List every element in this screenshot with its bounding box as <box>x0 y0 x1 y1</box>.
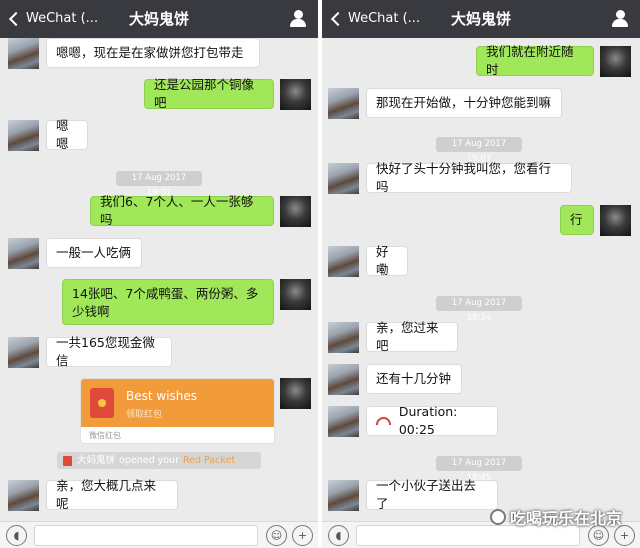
plus-icon[interactable]: + <box>292 525 313 546</box>
contact-avatar[interactable] <box>8 38 39 69</box>
chat-panel-left: WeChat (... 大妈鬼饼 嗯嗯，现在是在家做饼您打包带走 还是公园那个铜… <box>0 0 318 548</box>
system-notice-text: opened your <box>119 455 179 466</box>
red-packet-header: Best wishes 领取红包 <box>81 379 274 427</box>
call-record[interactable]: Duration: 00:25 <box>366 404 498 437</box>
input-bar: ◖ ☺ + <box>0 521 318 548</box>
outgoing-message: 行 <box>560 205 594 235</box>
incoming-message: 亲，您大概几点来呢 <box>46 478 178 511</box>
contact-avatar[interactable] <box>328 246 359 277</box>
back-button[interactable]: WeChat (... <box>330 9 420 29</box>
contact-avatar[interactable] <box>8 480 39 511</box>
system-notice-name: 大妈鬼饼 <box>77 455 116 466</box>
back-label: WeChat (... <box>348 11 421 26</box>
timestamp: 17 Aug 2017 19:34 <box>436 296 522 323</box>
my-avatar[interactable] <box>600 205 631 236</box>
voice-icon[interactable]: ◖ <box>328 525 349 546</box>
outgoing-message: 我们6、7个人、一人一张够吗 <box>90 194 274 227</box>
incoming-message: 亲，您过来吧 <box>366 320 458 353</box>
watermark-logo-icon <box>489 509 506 525</box>
incoming-message: 一个小伙子送出去了 <box>366 478 498 511</box>
contact-avatar[interactable] <box>328 163 359 194</box>
red-packet-wishes: Best wishes <box>126 389 198 403</box>
contact-avatar[interactable] <box>328 480 359 511</box>
voice-icon[interactable]: ◖ <box>6 525 27 546</box>
contact-avatar[interactable] <box>328 88 359 119</box>
incoming-message: 一共165您现金微信 <box>46 335 172 368</box>
my-avatar[interactable] <box>280 279 311 310</box>
outgoing-message: 我们就在附近随时 <box>476 44 594 77</box>
back-button[interactable]: WeChat (... <box>8 9 98 29</box>
timestamp: 17 Aug 2017 19:45 <box>436 456 522 483</box>
back-chevron-icon <box>8 11 24 27</box>
contact-avatar[interactable] <box>328 364 359 395</box>
red-packet-claim: 领取红包 <box>126 410 163 420</box>
contact-avatar[interactable] <box>328 322 359 353</box>
my-avatar[interactable] <box>280 196 311 227</box>
incoming-message: 一般一人吃俩 <box>46 238 142 268</box>
user-icon[interactable] <box>290 10 306 28</box>
chat-header: WeChat (... 大妈鬼饼 <box>0 0 318 38</box>
red-envelope-icon <box>90 388 114 418</box>
outgoing-message: 还是公园那个铜像吧 <box>144 77 274 110</box>
incoming-message: 好嘞 <box>366 244 408 277</box>
call-duration: Duration: 00:25 <box>398 404 458 437</box>
watermark: 吃喝玩乐在北京 <box>489 505 622 529</box>
outgoing-message: 14张吧、7个咸鸭蛋、两份粥、多少钱啊 <box>62 279 274 325</box>
user-icon[interactable] <box>612 10 628 28</box>
system-notice: 大妈鬼饼 opened your Red Packet <box>57 452 261 469</box>
back-label: WeChat (... <box>26 11 99 26</box>
incoming-message: 嗯嗯 <box>46 118 88 151</box>
red-packet-footer: 微信红包 <box>89 431 121 440</box>
emoji-icon[interactable]: ☺ <box>266 525 287 546</box>
contact-avatar[interactable] <box>8 238 39 269</box>
timestamp: 17 Aug 2017 19:02 <box>116 171 202 198</box>
timestamp: 17 Aug 2017 19:07 <box>436 137 522 164</box>
message-input[interactable] <box>34 525 258 546</box>
chat-header: WeChat (... 大妈鬼饼 <box>322 0 640 38</box>
incoming-message: 还有十几分钟 <box>366 364 462 394</box>
incoming-message: 嗯嗯，现在是在家做饼您打包带走 <box>46 38 260 68</box>
contact-avatar[interactable] <box>328 406 359 437</box>
red-packet-card[interactable]: Best wishes 领取红包 微信红包 <box>80 378 275 444</box>
red-packet-link[interactable]: Red Packet <box>183 452 235 469</box>
my-avatar[interactable] <box>280 378 311 409</box>
incoming-message: 快好了头十分钟我叫您，您看行吗 <box>366 161 572 194</box>
incoming-message: 那现在开始做，十分钟您能到嘛 <box>366 88 562 118</box>
my-avatar[interactable] <box>280 79 311 110</box>
red-packet-mini-icon <box>63 455 72 466</box>
contact-avatar[interactable] <box>8 120 39 151</box>
chat-panel-right: WeChat (... 大妈鬼饼 我们就在附近随时 那现在开始做，十分钟您能到嘛… <box>322 0 640 548</box>
watermark-text: 吃喝玩乐在北京 <box>509 509 622 528</box>
my-avatar[interactable] <box>600 46 631 77</box>
back-chevron-icon <box>330 11 346 27</box>
contact-avatar[interactable] <box>8 337 39 368</box>
phone-icon <box>376 417 391 425</box>
